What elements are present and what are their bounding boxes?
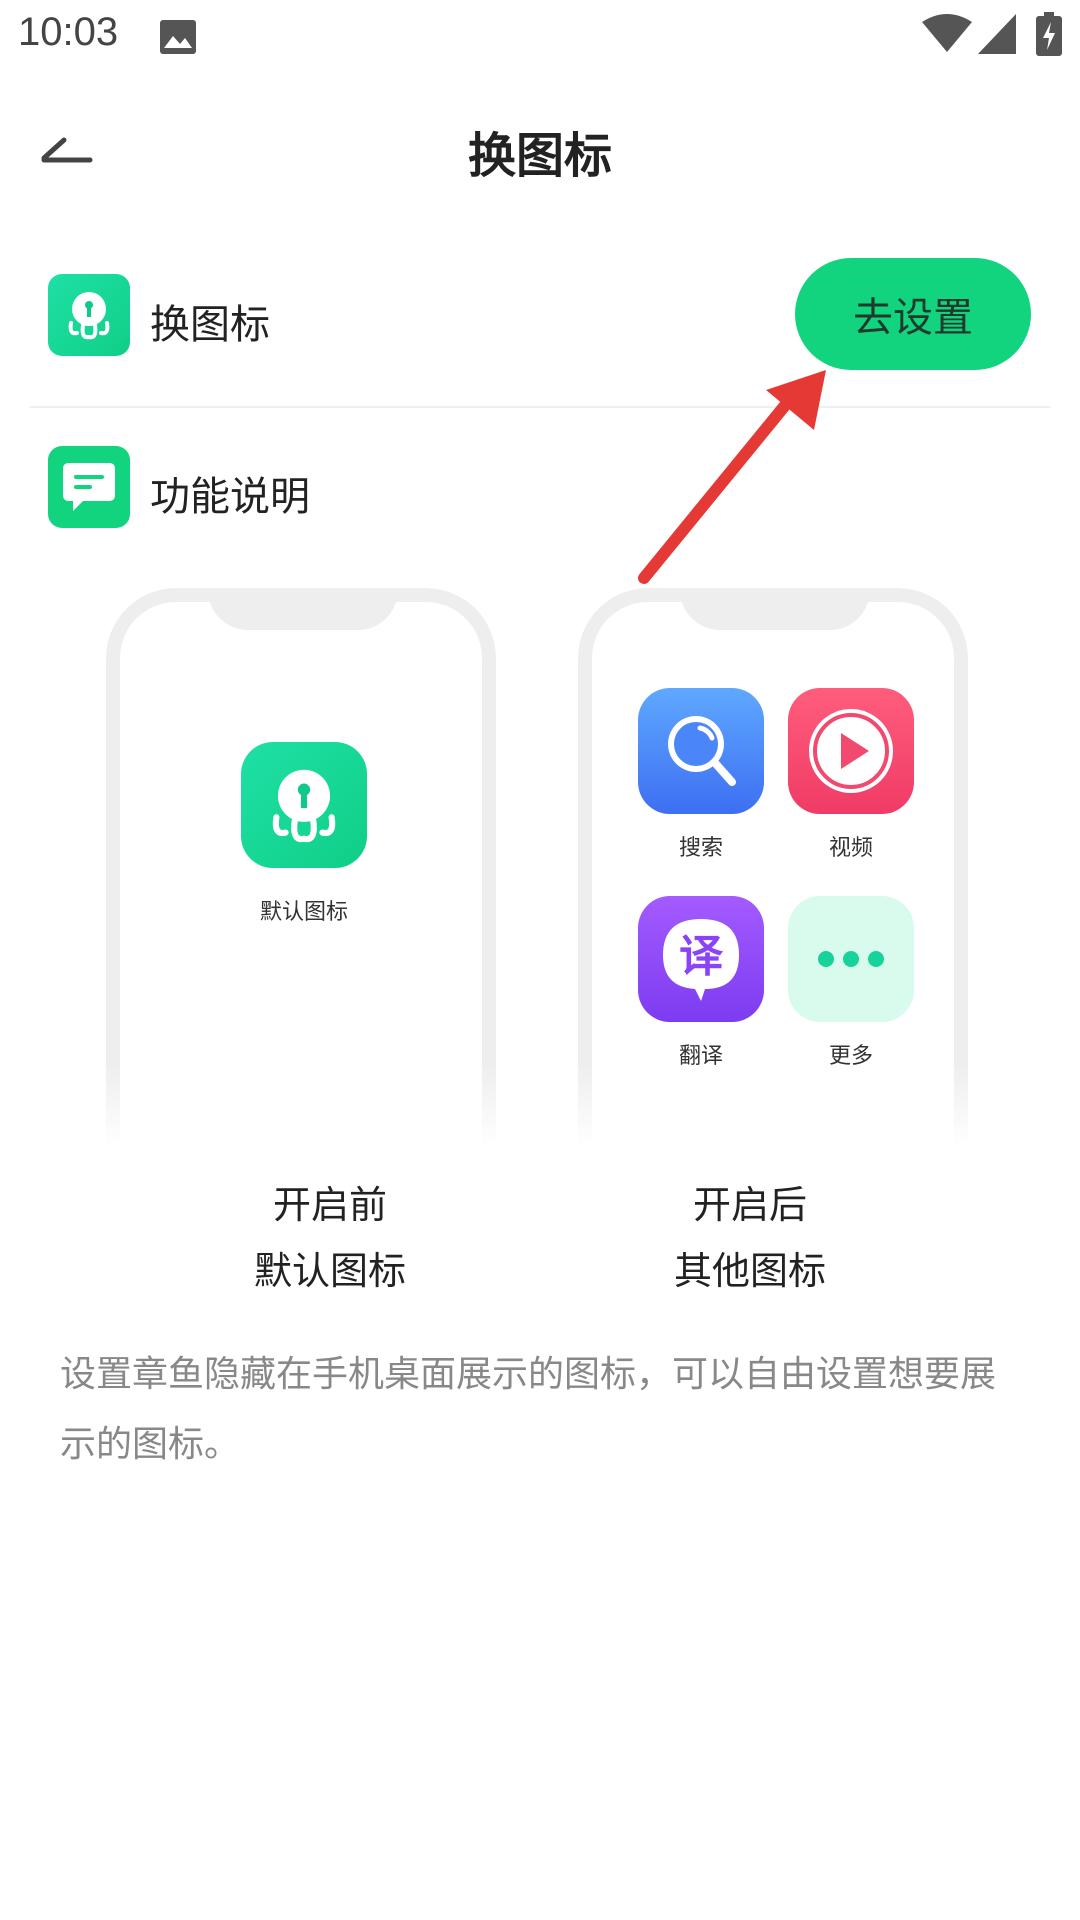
page-title: 换图标 [467, 128, 612, 184]
phone-mockup-before [106, 588, 496, 1148]
before-caption-line1: 开启前 [272, 1183, 387, 1227]
default-octopus-icon [241, 742, 367, 868]
divider [30, 406, 1050, 408]
status-time: 10:03 [18, 10, 119, 54]
search-app-label: 搜索 [678, 836, 723, 861]
search-app-icon [638, 688, 764, 814]
image-notification-icon [160, 20, 196, 54]
translate-glyph: 译 [679, 931, 724, 982]
more-app-icon [788, 896, 914, 1022]
octopus-app-icon [48, 274, 130, 356]
phone-notch [208, 590, 398, 630]
go-settings-button[interactable]: 去设置 [795, 258, 1031, 370]
translate-app-label: 翻译 [678, 1044, 723, 1069]
description-text: 设置章鱼隐藏在手机桌面展示的图标，可以自由设置想要展示的图标。 [60, 1354, 997, 1465]
wifi-icon [922, 14, 972, 52]
more-app-label: 更多 [828, 1044, 873, 1069]
before-caption-line2: 默认图标 [253, 1249, 406, 1293]
phone-notch [680, 590, 870, 630]
default-icon-label: 默认图标 [259, 900, 348, 925]
after-caption-line1: 开启后 [692, 1183, 807, 1227]
after-caption-line2: 其他图标 [673, 1249, 826, 1293]
signal-icon [978, 14, 1016, 54]
video-app-icon [788, 688, 914, 814]
translate-app-icon: 译 [638, 896, 764, 1022]
feature-description-label: 功能说明 [150, 474, 310, 520]
change-icon-label: 换图标 [150, 302, 270, 348]
battery-charging-icon [1036, 12, 1062, 56]
message-icon [48, 446, 130, 528]
video-app-label: 视频 [828, 836, 873, 861]
red-arrow-icon [638, 370, 826, 584]
